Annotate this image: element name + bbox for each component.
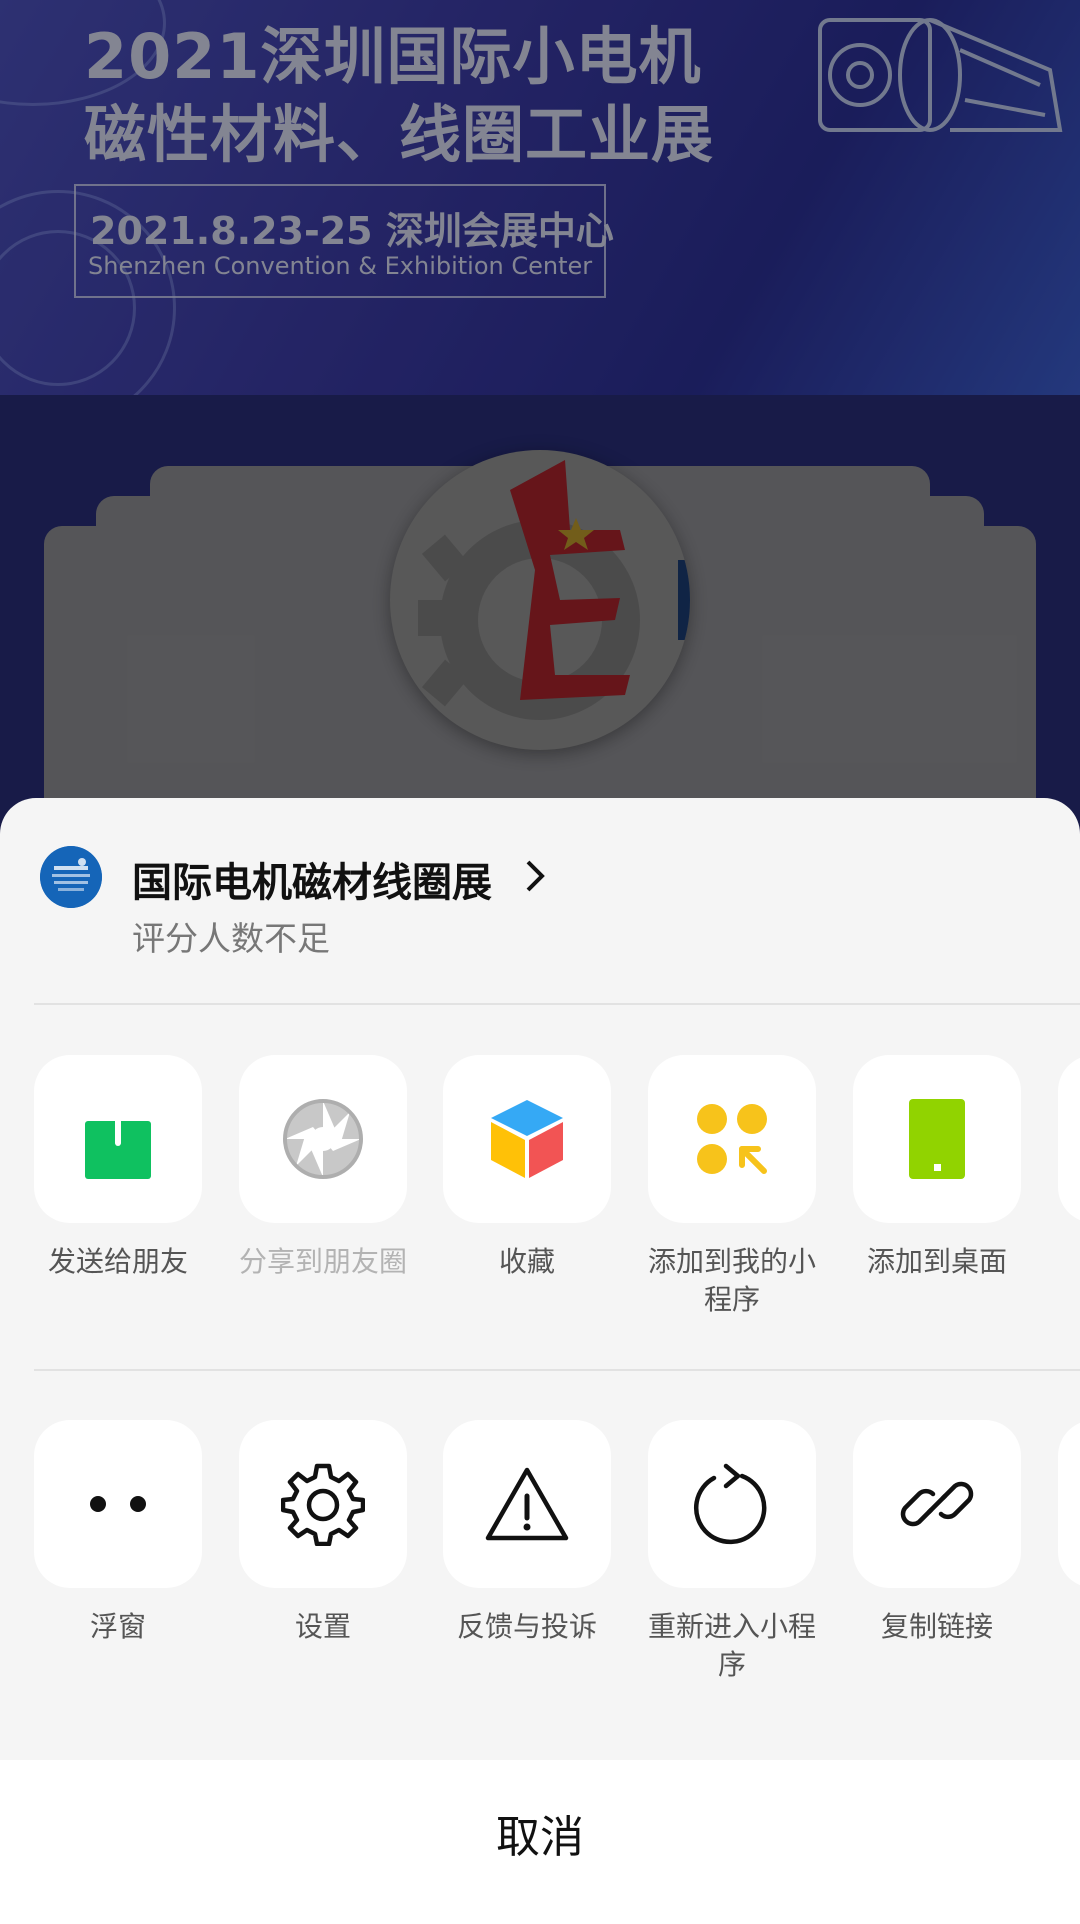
action-options-row: 浮窗 设置 反馈与投诉 重新进入小程序 复制链接	[0, 1420, 1080, 1710]
link-icon	[900, 1481, 974, 1527]
partial-action-option-button[interactable]	[1058, 1420, 1080, 1588]
share-to-moments-button[interactable]: 分享到朋友圈	[239, 1055, 407, 1281]
partial-share-option-label: 分	[1047, 1243, 1080, 1281]
feedback-complaint-tile[interactable]	[443, 1420, 611, 1588]
floating-window-button[interactable]: 浮窗	[34, 1420, 202, 1646]
miniprogram-avatar	[40, 846, 102, 908]
send-to-friend-button[interactable]: 发送给朋友	[34, 1055, 202, 1281]
add-to-desktop-label: 添加到桌面	[866, 1245, 1007, 1278]
reenter-miniprogram-label: 重新进入小程序	[647, 1610, 816, 1681]
share-options-row: 发送给朋友 分享到朋友圈 收藏 添加到我的小程序 添加到桌面	[0, 1055, 1080, 1345]
floating-window-tile[interactable]	[34, 1420, 202, 1588]
warning-triangle-icon	[485, 1467, 569, 1541]
reload-icon	[693, 1463, 767, 1545]
share-to-moments-label: 分享到朋友圈	[238, 1245, 407, 1278]
reenter-miniprogram-button[interactable]: 重新进入小程序	[648, 1420, 816, 1684]
settings-gear-icon	[281, 1463, 365, 1546]
rating-status: 评分人数不足	[132, 919, 330, 958]
settings-tile[interactable]	[239, 1420, 407, 1588]
copy-link-label: 复制链接	[880, 1610, 993, 1643]
add-to-desktop-icon	[909, 1099, 965, 1179]
copy-link-tile[interactable]	[853, 1420, 1021, 1588]
cancel-button[interactable]: 取消	[0, 1760, 1080, 1924]
favorite-tile[interactable]	[443, 1055, 611, 1223]
add-to-my-miniprogram-icon	[697, 1104, 767, 1174]
feedback-complaint-label: 反馈与投诉	[456, 1610, 597, 1643]
settings-label: 设置	[294, 1610, 351, 1643]
floating-window-label: 浮窗	[89, 1610, 146, 1643]
partial-share-option-tile[interactable]	[1058, 1055, 1080, 1223]
add-to-my-miniprogram-label: 添加到我的小程序	[647, 1245, 816, 1316]
favorite-cube-icon	[491, 1100, 563, 1178]
send-to-friend-tile[interactable]	[34, 1055, 202, 1223]
moments-shutter-icon	[283, 1099, 363, 1179]
floating-window-icon	[90, 1496, 146, 1512]
share-action-sheet: 国际电机磁材线圈展 评分人数不足 发送给朋友 分享到朋友圈 收藏 添加到我的小程…	[0, 798, 1080, 1924]
add-to-desktop-button[interactable]: 添加到桌面	[853, 1055, 1021, 1281]
add-to-my-miniprogram-button[interactable]: 添加到我的小程序	[648, 1055, 816, 1319]
settings-button[interactable]: 设置	[239, 1420, 407, 1646]
feedback-complaint-button[interactable]: 反馈与投诉	[443, 1420, 611, 1646]
favorite-label: 收藏	[498, 1245, 555, 1278]
reenter-miniprogram-tile[interactable]	[648, 1420, 816, 1588]
rows-divider	[34, 1369, 1080, 1371]
favorite-button[interactable]: 收藏	[443, 1055, 611, 1281]
share-to-moments-tile[interactable]	[239, 1055, 407, 1223]
add-to-desktop-tile[interactable]	[853, 1055, 1021, 1223]
header-divider	[34, 1003, 1080, 1005]
chevron-right-icon	[526, 860, 545, 892]
add-to-my-miniprogram-tile[interactable]	[648, 1055, 816, 1223]
miniprogram-name[interactable]: 国际电机磁材线圈展	[132, 850, 492, 908]
partial-action-option-tile[interactable]	[1058, 1420, 1080, 1588]
miniprogram-info-header[interactable]: 国际电机磁材线圈展 评分人数不足	[0, 798, 1080, 1003]
partial-share-option-button[interactable]: 分	[1058, 1055, 1080, 1281]
copy-link-button[interactable]: 复制链接	[853, 1420, 1021, 1646]
send-to-friend-label: 发送给朋友	[47, 1245, 188, 1278]
send-to-friend-icon	[85, 1097, 151, 1179]
exhibition-logo-icon	[40, 846, 102, 908]
